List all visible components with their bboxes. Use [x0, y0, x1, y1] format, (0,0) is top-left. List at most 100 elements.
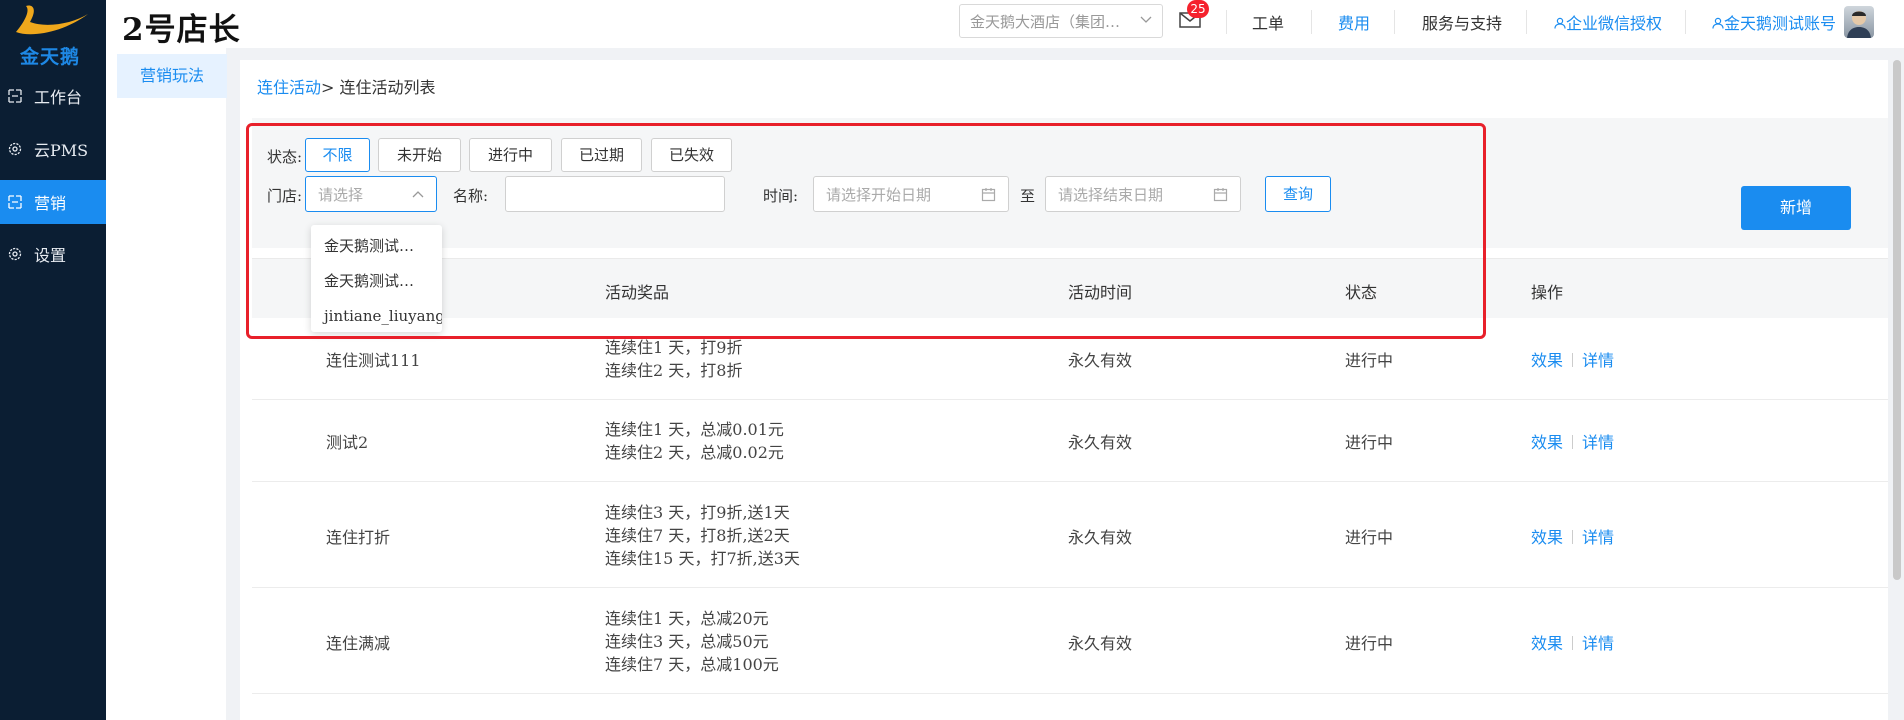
status-text: 进行中	[1345, 634, 1394, 653]
divider	[1394, 10, 1395, 34]
sidebar-item-settings[interactable]: 设置	[0, 232, 106, 276]
add-button[interactable]: 新增	[1741, 186, 1851, 230]
status-filter-all[interactable]: 不限	[305, 138, 370, 172]
prize-line: 连续住1 天，总减0.01元	[605, 420, 784, 439]
end-date-placeholder: 请选择结束日期	[1058, 186, 1164, 204]
activity-prizes: 连续住1 天，打9折 连续住2 天，打8折	[605, 336, 742, 382]
gear-icon	[8, 142, 22, 156]
effect-link[interactable]: 效果	[1531, 433, 1563, 452]
divider	[1572, 435, 1574, 449]
details-link[interactable]: 详情	[1582, 528, 1614, 547]
breadcrumb-separator: >	[321, 78, 335, 97]
start-date-input[interactable]: 请选择开始日期	[813, 176, 1009, 212]
effect-link[interactable]: 效果	[1531, 634, 1563, 653]
row-actions: 效果 详情	[1531, 429, 1614, 453]
workbench-icon	[8, 89, 22, 103]
main-content: 连住活动> 连住活动列表 状态: 不限 未开始 进行中 已过期 已失效 门店: …	[240, 60, 1888, 720]
service-support-link[interactable]: 服务与支持	[1422, 10, 1502, 34]
activity-name: 连住满减	[326, 634, 391, 653]
status-filter-not-started[interactable]: 未开始	[378, 138, 461, 172]
user-icon	[1554, 17, 1566, 29]
table-row: 连住打折 连续住3 天，打9折,送1天 连续住7 天，打8折,送2天 连续住15…	[252, 482, 1888, 588]
column-header-status: 状态	[1345, 283, 1378, 302]
activity-name: 连住测试111	[326, 351, 421, 370]
activity-time: 永久有效	[1068, 528, 1133, 547]
activity-time: 永久有效	[1068, 433, 1133, 452]
start-date-placeholder: 请选择开始日期	[826, 186, 932, 204]
sidebar-item-label: 营销	[34, 194, 67, 213]
activity-prizes: 连续住3 天，打9折,送1天 连续住7 天，打8折,送2天 连续住15 天，打7…	[605, 501, 800, 570]
hotel-select-value: 金天鹅大酒店（集团…	[970, 13, 1121, 31]
wechat-auth-link[interactable]: 企业微信授权	[1554, 10, 1662, 34]
breadcrumb-current: 连住活动列表	[339, 78, 436, 97]
activity-time: 永久有效	[1068, 351, 1133, 370]
gear-icon	[8, 247, 22, 261]
calendar-icon	[1213, 188, 1228, 202]
divider	[1226, 10, 1227, 34]
account-link[interactable]: 金天鹅测试账号	[1712, 10, 1836, 34]
fees-link[interactable]: 费用	[1338, 10, 1370, 34]
divider	[1572, 353, 1574, 367]
account-label: 金天鹅测试账号	[1724, 14, 1837, 33]
sidebar-item-marketing[interactable]: 营销	[0, 180, 106, 224]
prize-line: 连续住15 天，打7折,送3天	[605, 549, 800, 568]
prize-line: 连续住3 天，总减50元	[605, 632, 769, 651]
activity-name: 测试2	[326, 433, 369, 452]
calendar-icon	[981, 188, 996, 202]
effect-link[interactable]: 效果	[1531, 351, 1563, 370]
wechat-auth-label: 企业微信授权	[1566, 14, 1663, 33]
chevron-up-icon	[412, 191, 424, 198]
row-actions: 效果 详情	[1531, 524, 1614, 548]
hotel-select[interactable]: 金天鹅大酒店（集团…	[959, 4, 1163, 38]
details-link[interactable]: 详情	[1582, 433, 1614, 452]
user-avatar-icon	[1847, 11, 1871, 38]
details-link[interactable]: 详情	[1582, 351, 1614, 370]
secondary-nav: 营销玩法	[106, 48, 227, 720]
end-date-input[interactable]: 请选择结束日期	[1045, 176, 1241, 212]
row-actions: 效果 详情	[1531, 347, 1614, 371]
column-header-prize: 活动奖品	[605, 283, 670, 302]
store-option[interactable]: 金天鹅测试…	[311, 264, 442, 299]
column-header-time: 活动时间	[1068, 283, 1133, 302]
breadcrumb-parent-link[interactable]: 连住活动	[257, 78, 321, 97]
scrollbar[interactable]	[1893, 60, 1901, 580]
brand-logo[interactable]: 金天鹅	[12, 2, 94, 68]
activity-prizes: 连续住1 天，总减0.01元 连续住2 天，总减0.02元	[605, 418, 784, 464]
table-row: 连住测试111 连续住1 天，打9折 连续住2 天，打8折 永久有效 进行中 效…	[252, 318, 1888, 400]
table-row: 测试2 连续住1 天，总减0.01元 连续住2 天，总减0.02元 永久有效 进…	[252, 400, 1888, 482]
app-title: 2号店长	[122, 12, 241, 48]
prize-line: 连续住1 天，打9折	[605, 338, 743, 357]
filter-panel: 状态: 不限 未开始 进行中 已过期 已失效 门店: 请选择 名称: 时间: 请…	[252, 118, 1888, 248]
date-range-separator: 至	[1020, 187, 1036, 205]
prize-line: 连续住2 天，打8折	[605, 361, 743, 380]
status-filter-invalid[interactable]: 已失效	[651, 138, 732, 172]
effect-link[interactable]: 效果	[1531, 528, 1563, 547]
store-option[interactable]: 金天鹅测试…	[311, 229, 442, 264]
main-sidebar: 金天鹅 工作台 云PMS 营销 设置	[0, 0, 106, 720]
store-dropdown-menu: 金天鹅测试… 金天鹅测试… jintiane_liuyang	[311, 225, 442, 332]
store-option[interactable]: jintiane_liuyang	[311, 299, 442, 334]
sidebar-item-workbench[interactable]: 工作台	[0, 74, 106, 118]
name-input[interactable]	[505, 176, 725, 212]
prize-line: 连续住7 天，总减100元	[605, 655, 779, 674]
prize-line: 连续住3 天，打9折,送1天	[605, 503, 790, 522]
prize-line: 连续住7 天，打8折,送2天	[605, 526, 790, 545]
details-link[interactable]: 详情	[1582, 634, 1614, 653]
sidebar-item-pms[interactable]: 云PMS	[0, 127, 106, 171]
status-filter-in-progress[interactable]: 进行中	[469, 138, 552, 172]
subnav-item-marketing-play[interactable]: 营销玩法	[117, 54, 227, 98]
sidebar-item-label: 工作台	[34, 88, 83, 107]
status-filter-expired[interactable]: 已过期	[561, 138, 642, 172]
activity-name: 连住打折	[326, 528, 391, 547]
name-label: 名称:	[453, 187, 489, 205]
query-button[interactable]: 查询	[1265, 176, 1331, 212]
divider	[1526, 10, 1527, 34]
divider	[1572, 636, 1574, 650]
avatar[interactable]	[1844, 6, 1874, 38]
status-label: 状态:	[267, 148, 303, 166]
brand-name: 金天鹅	[20, 46, 81, 68]
sidebar-item-label: 云PMS	[34, 141, 89, 160]
store-select[interactable]: 请选择	[305, 176, 437, 212]
store-label: 门店:	[267, 187, 303, 205]
work-order-link[interactable]: 工单	[1252, 10, 1284, 34]
